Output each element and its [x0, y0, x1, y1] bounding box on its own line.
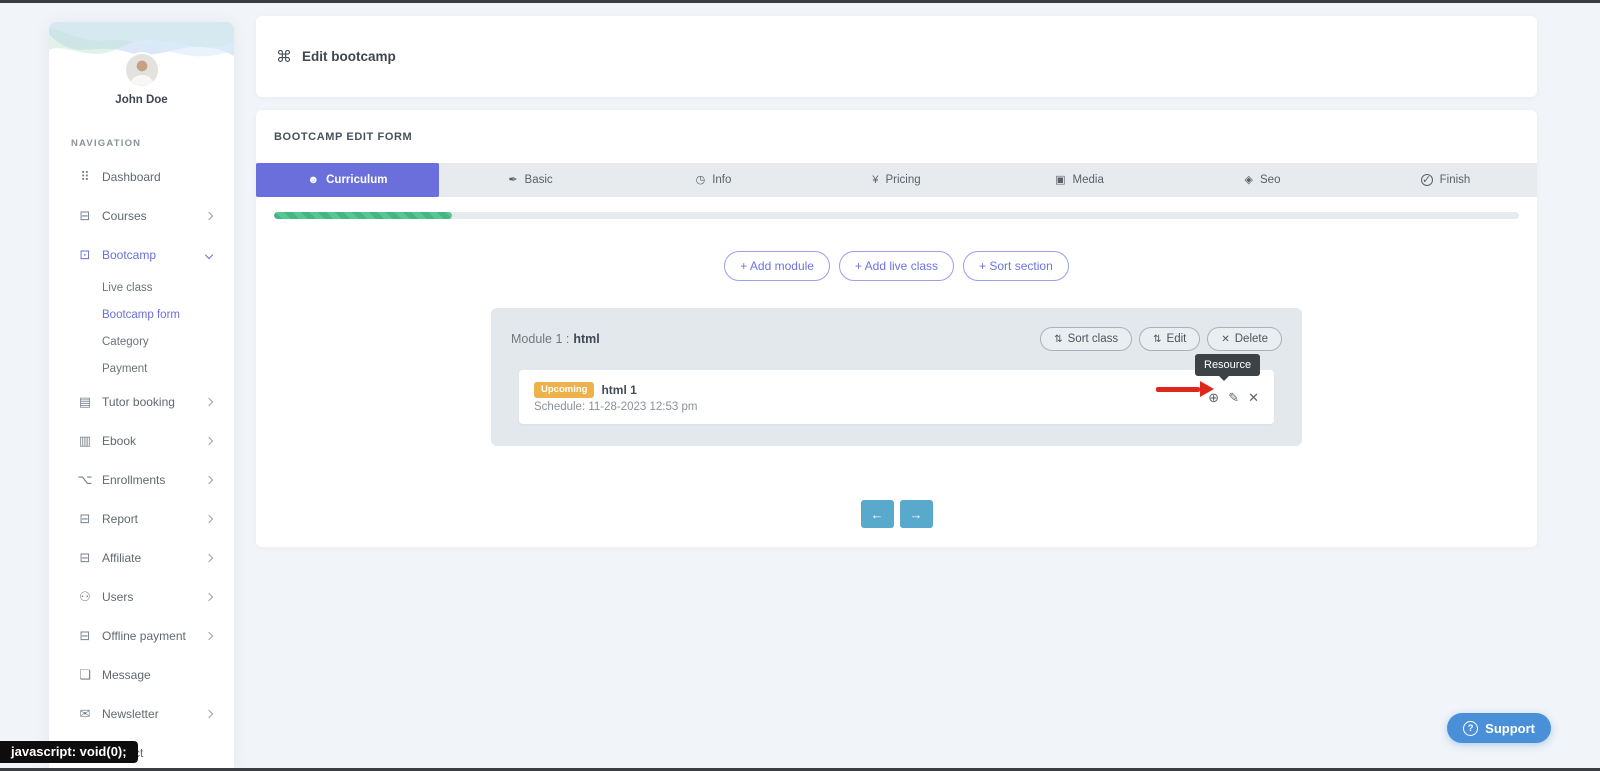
submenu-item-bootcamp-form[interactable]: Bootcamp form: [49, 301, 234, 328]
submenu-item-category[interactable]: Category: [49, 328, 234, 355]
sidebar-item-offline-payment[interactable]: ⊟ Offline payment: [49, 616, 234, 655]
add-module-button[interactable]: + Add module: [724, 251, 830, 281]
archive-icon: ⊟: [77, 628, 93, 644]
tab-info[interactable]: ◷ Info: [622, 163, 805, 197]
sidebar-item-courses[interactable]: ⊟ Courses: [49, 196, 234, 235]
lesson-row: Upcoming html 1 Schedule: 11-28-2023 12:…: [519, 370, 1274, 424]
yen-icon: ¥: [872, 175, 878, 186]
sort-section-button[interactable]: + Sort section: [963, 251, 1069, 281]
sidebar: John Doe NAVIGATION ⠿ Dashboard ⊟ Course…: [49, 22, 234, 771]
chevron-right-icon: [205, 211, 213, 219]
sidebar-item-affiliate[interactable]: ⊟ Affiliate: [49, 538, 234, 577]
form-body: + Add module + Add live class + Sort sec…: [256, 197, 1537, 528]
tab-finish[interactable]: ✓ Finish: [1354, 163, 1537, 197]
chevron-right-icon: [205, 631, 213, 639]
dashboard-grid-icon: ⠿: [77, 169, 93, 185]
users-icon: ⚇: [77, 589, 93, 605]
sidebar-item-users[interactable]: ⚇ Users: [49, 577, 234, 616]
sidebar-item-newsletter[interactable]: ✉ Newsletter: [49, 694, 234, 733]
sidebar-item-message[interactable]: ❏ Message: [49, 655, 234, 694]
sidebar-item-tutor-booking[interactable]: ▤ Tutor booking: [49, 382, 234, 421]
lesson-actions: ⊕ ✎ ✕: [1208, 391, 1259, 404]
sort-icon: ⇅: [1054, 334, 1062, 345]
notebook-icon: ▤: [77, 394, 93, 410]
user-circle-icon: ☻: [308, 175, 320, 186]
chevron-right-icon: [205, 553, 213, 561]
status-badge: Upcoming: [534, 382, 594, 398]
sidebar-item-ebook[interactable]: ▥ Ebook: [49, 421, 234, 460]
chat-bubble-icon: ❏: [77, 667, 93, 683]
chevron-right-icon: [205, 397, 213, 405]
next-step-button[interactable]: →: [900, 500, 933, 528]
cast-screen-icon: ⊡: [77, 247, 93, 263]
browser-status-text: javascript: void(0);: [0, 741, 138, 763]
main-content: ⌘ Edit bootcamp BOOTCAMP EDIT FORM ☻ Cur…: [256, 16, 1537, 547]
tab-curriculum[interactable]: ☻ Curriculum: [256, 163, 439, 197]
sidebar-item-dashboard[interactable]: ⠿ Dashboard: [49, 157, 234, 196]
check-circle-icon: ✓: [1421, 174, 1433, 186]
nav-section-label: NAVIGATION: [71, 138, 234, 149]
module-title: Module 1 :html: [511, 332, 600, 346]
annotation-arrow: [1156, 381, 1214, 398]
chevron-down-icon: [205, 250, 213, 258]
pen-icon: ✒: [508, 175, 517, 186]
command-icon: ⌘: [276, 47, 292, 67]
delete-module-button[interactable]: ✕ Delete: [1207, 327, 1282, 351]
sidebar-item-enrollments[interactable]: ⌥ Enrollments: [49, 460, 234, 499]
step-pager: ← →: [274, 500, 1519, 528]
courses-basket-icon: ⊟: [77, 208, 93, 224]
page-header: ⌘ Edit bootcamp: [256, 16, 1537, 97]
add-live-class-button[interactable]: + Add live class: [839, 251, 954, 281]
card-title: BOOTCAMP EDIT FORM: [256, 110, 1537, 163]
tab-basic[interactable]: ✒ Basic: [439, 163, 622, 197]
resource-tooltip: Resource: [1195, 354, 1260, 376]
edit-pencil-icon[interactable]: ✎: [1228, 391, 1239, 404]
tab-pricing[interactable]: ¥ Pricing: [805, 163, 988, 197]
archive-icon: ⊟: [77, 550, 93, 566]
hierarchy-icon: ⌥: [77, 472, 93, 488]
sidebar-item-bootcamp[interactable]: ⊡ Bootcamp: [49, 235, 234, 274]
lesson-info: Upcoming html 1 Schedule: 11-28-2023 12:…: [534, 382, 1208, 413]
sidebar-item-report[interactable]: ⊟ Report: [49, 499, 234, 538]
tag-icon: ◈: [1245, 175, 1253, 186]
lesson-title: html 1: [601, 383, 636, 397]
module-buttons: ⇅ Sort class ⇅ Edit ✕ Delete: [1040, 327, 1282, 351]
image-icon: ▣: [1055, 175, 1065, 186]
progress-track: [274, 212, 1519, 219]
sort-icon: ⇅: [1153, 334, 1161, 345]
progress-bar: [274, 212, 452, 219]
chevron-right-icon: [205, 436, 213, 444]
archive-icon: ⊟: [77, 511, 93, 527]
remove-icon[interactable]: ✕: [1248, 391, 1259, 404]
tab-media[interactable]: ▣ Media: [988, 163, 1171, 197]
submenu-item-payment[interactable]: Payment: [49, 355, 234, 382]
edit-module-button[interactable]: ⇅ Edit: [1139, 327, 1200, 351]
envelope-icon: ✉: [77, 706, 93, 722]
module-header: Module 1 :html ⇅ Sort class ⇅ Edit ✕: [511, 324, 1282, 354]
curriculum-toolbar: + Add module + Add live class + Sort sec…: [274, 251, 1519, 281]
question-icon: ?: [1463, 721, 1478, 736]
user-name: John Doe: [49, 94, 234, 106]
book-icon: ▥: [77, 433, 93, 449]
close-icon: ✕: [1221, 334, 1229, 345]
module-card: Module 1 :html ⇅ Sort class ⇅ Edit ✕: [491, 308, 1302, 446]
submenu-item-live-class[interactable]: Live class: [49, 274, 234, 301]
avatar: [126, 54, 158, 86]
chevron-right-icon: [205, 709, 213, 717]
previous-step-button[interactable]: ←: [861, 500, 894, 528]
chevron-right-icon: [205, 592, 213, 600]
clock-icon: ◷: [696, 175, 706, 186]
bootcamp-submenu: Live class Bootcamp form Category Paymen…: [49, 274, 234, 382]
tab-seo[interactable]: ◈ Seo: [1171, 163, 1354, 197]
support-button[interactable]: ? Support: [1447, 713, 1551, 743]
sort-class-button[interactable]: ⇅ Sort class: [1040, 327, 1132, 351]
window-top-edge: [0, 0, 1600, 3]
chevron-right-icon: [205, 514, 213, 522]
chevron-right-icon: [205, 475, 213, 483]
form-step-tabs: ☻ Curriculum ✒ Basic ◷ Info ¥ Pricing ▣ …: [256, 163, 1537, 197]
lesson-schedule: Schedule: 11-28-2023 12:53 pm: [534, 401, 1208, 413]
page-title: Edit bootcamp: [302, 49, 396, 64]
sidebar-nav: ⠿ Dashboard ⊟ Courses ⊡ Bootcamp Live cl…: [49, 157, 234, 771]
bootcamp-edit-form-card: BOOTCAMP EDIT FORM ☻ Curriculum ✒ Basic …: [256, 110, 1537, 547]
